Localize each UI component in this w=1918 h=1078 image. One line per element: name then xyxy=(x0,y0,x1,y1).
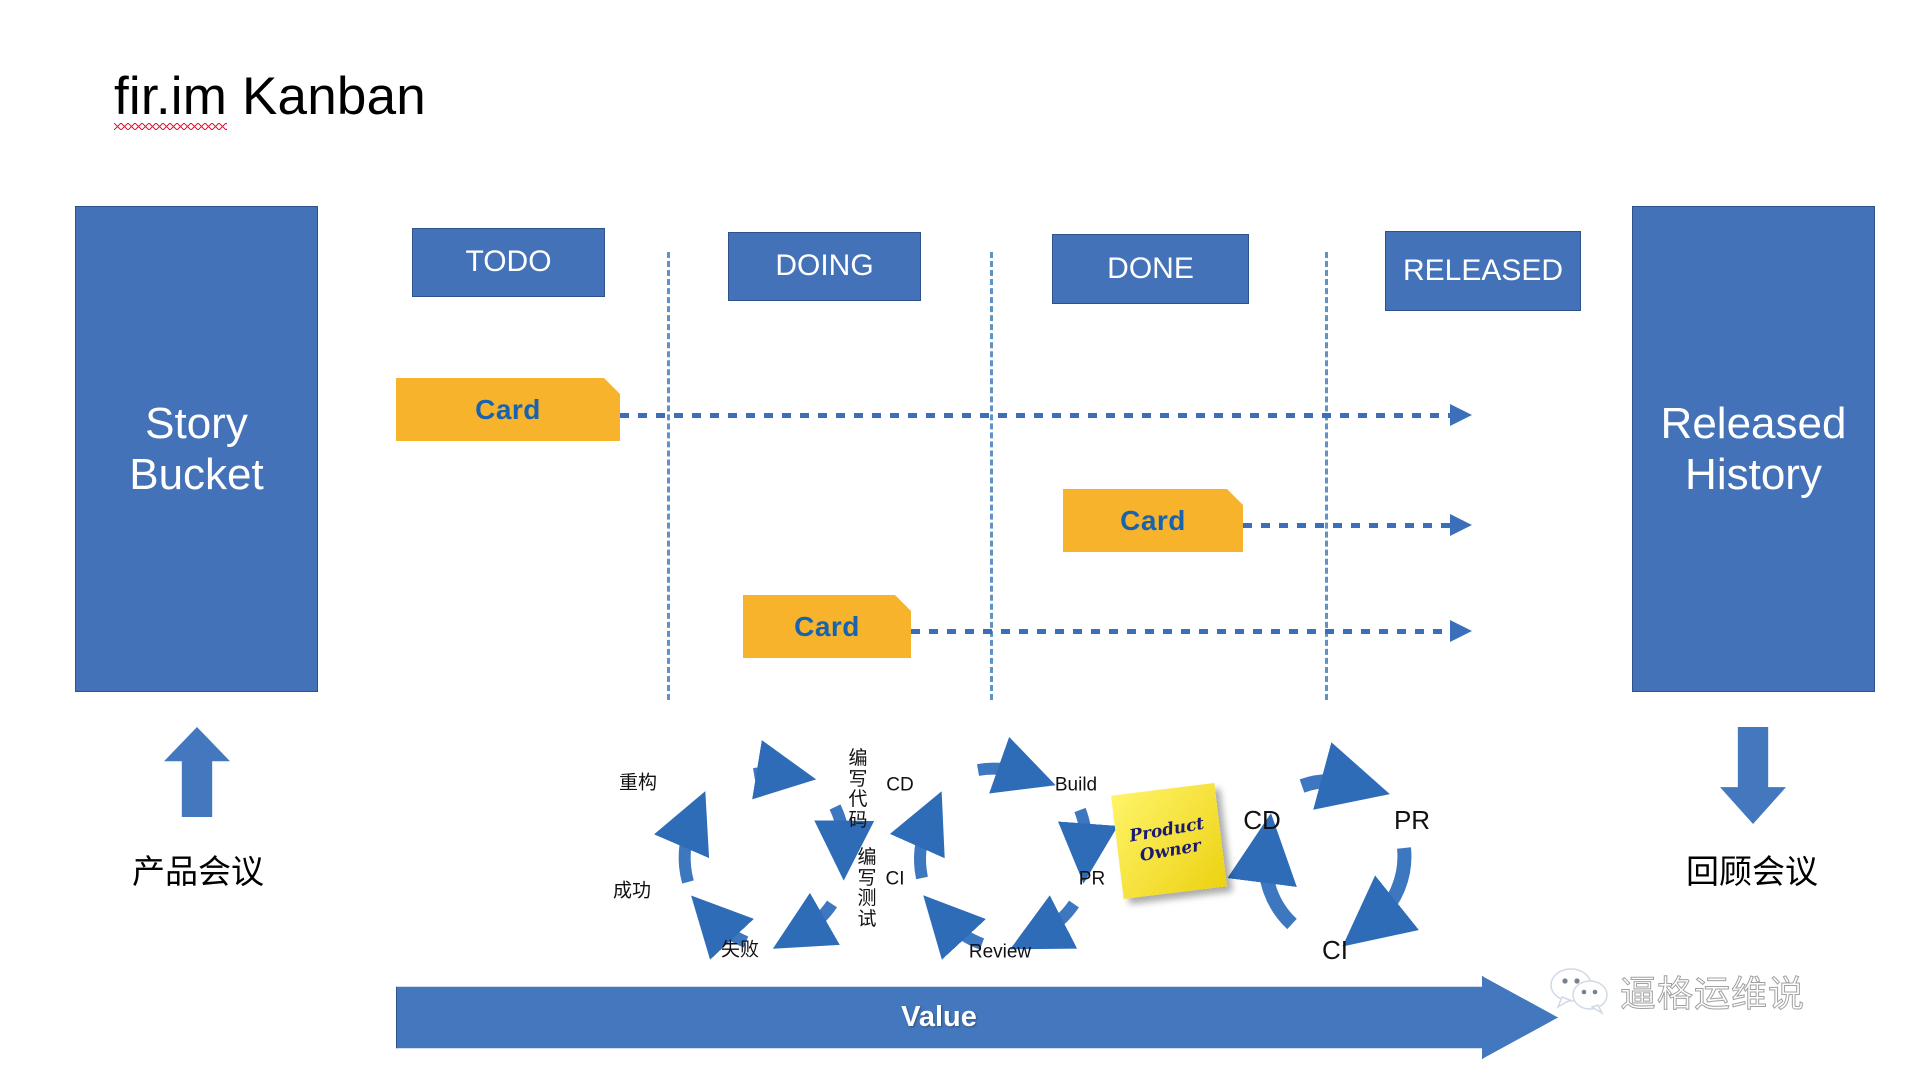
cicd-node-label: CD xyxy=(886,774,914,796)
product-meeting-label: 产品会议 xyxy=(132,853,264,890)
kanban-card-label: Card xyxy=(794,610,860,642)
column-header-todo-label: TODO xyxy=(465,245,552,279)
tdd-node-label: 编写 测试 xyxy=(857,846,877,930)
ci-cd-cycle-diagram: CD Build PR Review CI xyxy=(886,736,1120,967)
column-header-doing: DOING xyxy=(728,232,921,301)
kanban-card[interactable]: Card xyxy=(1063,489,1243,552)
released-history-label: Released History xyxy=(1660,398,1847,499)
tdd-node-label: 成功 xyxy=(612,880,652,902)
pr-ci-cd-cycle-diagram: CD PR CI xyxy=(1227,742,1440,965)
column-header-released: RELEASED xyxy=(1385,231,1581,311)
card-flow-arrow xyxy=(1243,514,1472,536)
sticky-note-text: Product Owner xyxy=(1128,813,1206,867)
column-header-doing-label: DOING xyxy=(775,249,874,283)
tdd-node-label: 重构 xyxy=(618,772,658,794)
retrospective-meeting-label: 回顾会议 xyxy=(1686,853,1818,890)
product-owner-sticky-note: Product Owner xyxy=(1111,783,1227,899)
cicd-node-label: CI xyxy=(885,868,905,890)
arrow-head-icon xyxy=(1450,620,1472,642)
flow-dotted-line xyxy=(911,629,1450,634)
story-bucket-label: Story Bucket xyxy=(129,398,264,499)
cicd-node-label: PR xyxy=(1078,868,1106,890)
tdd-node-label: 编写 代码 xyxy=(848,747,868,831)
tdd-cycle-arrows xyxy=(654,740,875,960)
kanban-card-label: Card xyxy=(1120,504,1186,536)
arrow-up-icon xyxy=(164,727,230,817)
flow-dotted-line xyxy=(620,413,1450,418)
column-header-todo: TODO xyxy=(412,228,605,297)
story-bucket-block: Story Bucket xyxy=(75,206,318,692)
cicd-node-label: Review xyxy=(968,941,1032,963)
arrow-head-icon xyxy=(1450,404,1472,426)
column-header-done: DONE xyxy=(1052,234,1249,304)
value-arrow-bar: Value xyxy=(396,976,1558,1059)
title-rest: Kanban xyxy=(227,67,426,126)
kanban-card[interactable]: Card xyxy=(743,595,911,658)
watermark: 逼格运维说 xyxy=(1548,965,1805,1017)
tdd-cycle-diagram: 重构 编写 代码 编写 测试 失败 成功 xyxy=(613,740,880,967)
arrow-down-icon xyxy=(1720,727,1786,824)
card-flow-arrow xyxy=(911,620,1472,642)
kanban-card-label: Card xyxy=(475,393,541,425)
prcicd-node-label: PR xyxy=(1393,804,1431,835)
tdd-node-label: 失败 xyxy=(720,939,760,961)
watermark-text: 逼格运维说 xyxy=(1619,973,1806,1015)
title-misspelled-word: fir.im xyxy=(114,67,228,130)
page-title: fir.im Kanban xyxy=(114,66,426,130)
prcicd-node-label: CI xyxy=(1322,934,1348,965)
flow-dotted-line xyxy=(1243,523,1450,528)
column-divider-todo-doing xyxy=(667,252,670,700)
column-header-released-label: RELEASED xyxy=(1402,253,1564,287)
value-label: Value xyxy=(901,1001,977,1033)
wechat-icon xyxy=(1550,968,1608,1015)
pr-ci-cd-cycle-arrows xyxy=(1227,742,1419,947)
column-header-done-label: DONE xyxy=(1107,251,1194,285)
kanban-slide: fir.im Kanban Story Bucket Released Hist… xyxy=(0,0,1918,1078)
cicd-node-label: Build xyxy=(1054,774,1098,796)
arrow-head-icon xyxy=(1450,514,1472,536)
card-flow-arrow xyxy=(620,404,1472,426)
released-history-block: Released History xyxy=(1632,206,1875,692)
prcicd-node-label: CD xyxy=(1243,804,1281,835)
kanban-card[interactable]: Card xyxy=(396,378,620,441)
